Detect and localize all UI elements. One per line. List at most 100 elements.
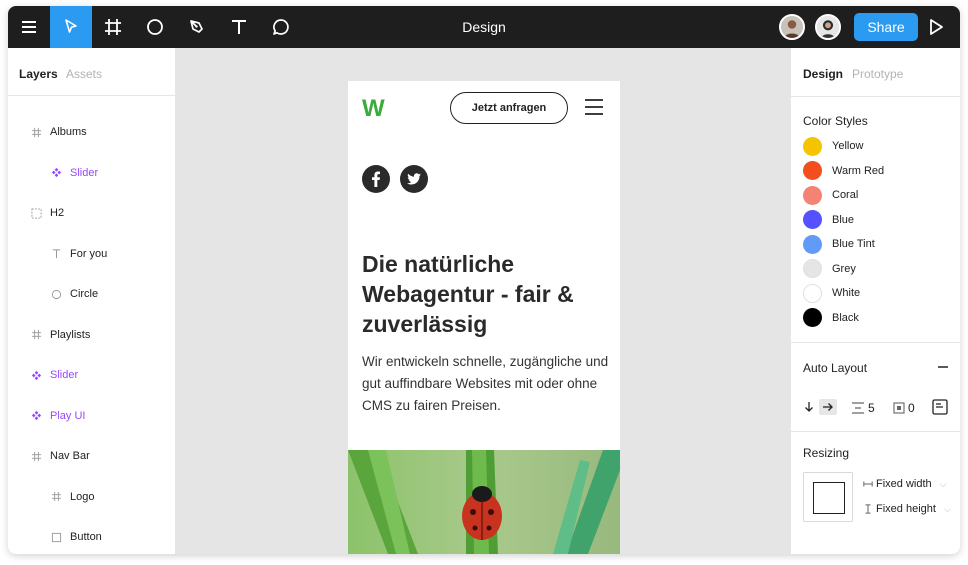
color-style-item[interactable]: Yellow [803, 136, 863, 156]
height-icon [865, 504, 871, 514]
width-icon [863, 481, 873, 487]
spacing-control[interactable]: 5 [851, 401, 875, 415]
dashed-frame-icon [30, 207, 42, 219]
fixed-width-select[interactable]: Fixed width ⌵ [863, 478, 946, 490]
layer-item[interactable]: Circle [50, 284, 98, 304]
frame-hash-icon [30, 329, 42, 341]
direction-horizontal-icon[interactable] [819, 399, 837, 415]
layer-item[interactable]: Slider [30, 365, 78, 385]
move-pointer-icon[interactable] [50, 6, 92, 48]
color-swatch [803, 308, 822, 327]
layer-label: Slider [70, 166, 99, 179]
layer-item[interactable]: Logo [50, 487, 94, 507]
divider [791, 431, 960, 432]
color-style-name: Blue Tint [832, 238, 875, 250]
menu-icon[interactable] [8, 6, 50, 48]
layers-panel: Layers Assets Albums Slider H2 For you Circl… [8, 48, 176, 554]
ellipse-icon[interactable] [134, 6, 176, 48]
layer-label: H2 [50, 207, 65, 219]
chevron-down-icon: ⌵ [939, 478, 947, 489]
layer-label: Button [70, 531, 102, 543]
layer-item[interactable]: H2 [30, 203, 64, 223]
tab-prototype[interactable]: Prototype [852, 67, 903, 81]
color-style-item[interactable]: Grey [803, 259, 856, 279]
color-style-name: Coral [832, 189, 859, 201]
fixed-height-select[interactable]: Fixed height ⌵ [863, 503, 951, 515]
color-style-item[interactable]: Coral [803, 185, 858, 205]
fixed-width-label: Fixed width [876, 478, 932, 490]
padding-control[interactable]: 0 [893, 401, 915, 415]
color-style-item[interactable]: Black [803, 308, 859, 328]
cta-button[interactable]: Jetzt anfragen [450, 92, 568, 124]
color-style-name: Warm Red [832, 164, 885, 177]
twitter-icon[interactable] [400, 165, 428, 193]
color-swatch [803, 185, 822, 205]
fixed-height-label: Fixed height [876, 503, 936, 515]
layer-item[interactable]: Button [50, 527, 102, 547]
facebook-icon[interactable] [362, 165, 390, 193]
alignment-icon[interactable] [932, 399, 948, 415]
layer-label: Playlists [50, 328, 91, 341]
divider [791, 342, 960, 343]
text-icon [50, 248, 62, 260]
color-style-name: Yellow [832, 140, 864, 152]
tab-layers[interactable]: Layers [19, 67, 58, 81]
spacing-value: 5 [868, 401, 875, 415]
layer-item[interactable]: Playlists [30, 325, 90, 345]
text-icon[interactable] [218, 6, 260, 48]
layer-label: Nav Bar [50, 450, 90, 462]
top-toolbar: Design Share [8, 6, 960, 48]
collaborator-avatar[interactable] [815, 14, 841, 40]
tab-assets[interactable]: Assets [66, 67, 102, 81]
rectangle-icon [50, 531, 62, 543]
present-play-icon[interactable] [926, 17, 946, 37]
design-canvas[interactable]: W Jetzt anfragen Die natürliche Webagent… [176, 48, 790, 554]
ellipse-icon [50, 288, 62, 300]
comment-icon[interactable] [260, 6, 302, 48]
frame-hash-icon [30, 450, 42, 462]
layer-item[interactable]: Nav Bar [30, 446, 90, 466]
frame-hash-icon [30, 126, 42, 138]
properties-panel: Design Prototype Color Styles Yellow Warm… [790, 48, 960, 554]
left-panel-tabs: Layers Assets [8, 48, 175, 96]
layer-item[interactable]: Play UI [30, 406, 85, 426]
share-button[interactable]: Share [854, 13, 918, 41]
component-icon [30, 410, 42, 422]
color-swatch [803, 259, 822, 278]
hamburger-menu-icon[interactable] [584, 98, 604, 116]
spacing-icon [852, 402, 864, 414]
figma-window: Design Share Layers Assets Albums Slider H… [8, 6, 960, 554]
color-style-item[interactable]: Blue [803, 210, 854, 230]
frame-hash-icon [50, 491, 62, 503]
color-styles-title: Color Styles [803, 114, 868, 128]
layer-item[interactable]: Slider [50, 163, 98, 183]
site-logo: W [362, 95, 385, 122]
layer-label: For you [70, 247, 108, 260]
layer-label: Logo [70, 490, 95, 503]
mobile-frame[interactable]: W Jetzt anfragen Die natürliche Webagent… [348, 81, 620, 554]
layer-item[interactable]: Albums [30, 122, 87, 142]
direction-vertical-icon[interactable] [803, 401, 815, 413]
color-swatch [803, 210, 822, 229]
hero-description: Wir entwickeln schnelle, zugängliche und… [362, 354, 609, 413]
collaborator-avatar[interactable] [779, 14, 805, 40]
layer-label: Slider [50, 369, 79, 381]
color-style-item[interactable]: Blue Tint [803, 234, 875, 254]
resizing-title: Resizing [803, 446, 850, 460]
color-style-item[interactable]: White [803, 283, 860, 303]
color-style-item[interactable]: Warm Red [803, 161, 884, 181]
pen-icon[interactable] [176, 6, 218, 48]
layer-item[interactable]: For you [50, 244, 107, 264]
tab-design[interactable]: Design [803, 67, 843, 81]
frame-hash-icon[interactable] [92, 6, 134, 48]
remove-auto-layout-icon[interactable] [937, 360, 949, 372]
component-icon [30, 369, 42, 381]
color-style-name: White [832, 287, 861, 299]
padding-value: 0 [908, 401, 915, 415]
color-swatch [803, 283, 822, 303]
divider [791, 96, 960, 97]
ladybug-photo [348, 450, 620, 554]
layer-label: Play UI [50, 409, 86, 422]
color-swatch [803, 234, 822, 254]
hero-headline: Die natürliche Webagentur - fair & zuver… [362, 251, 574, 337]
